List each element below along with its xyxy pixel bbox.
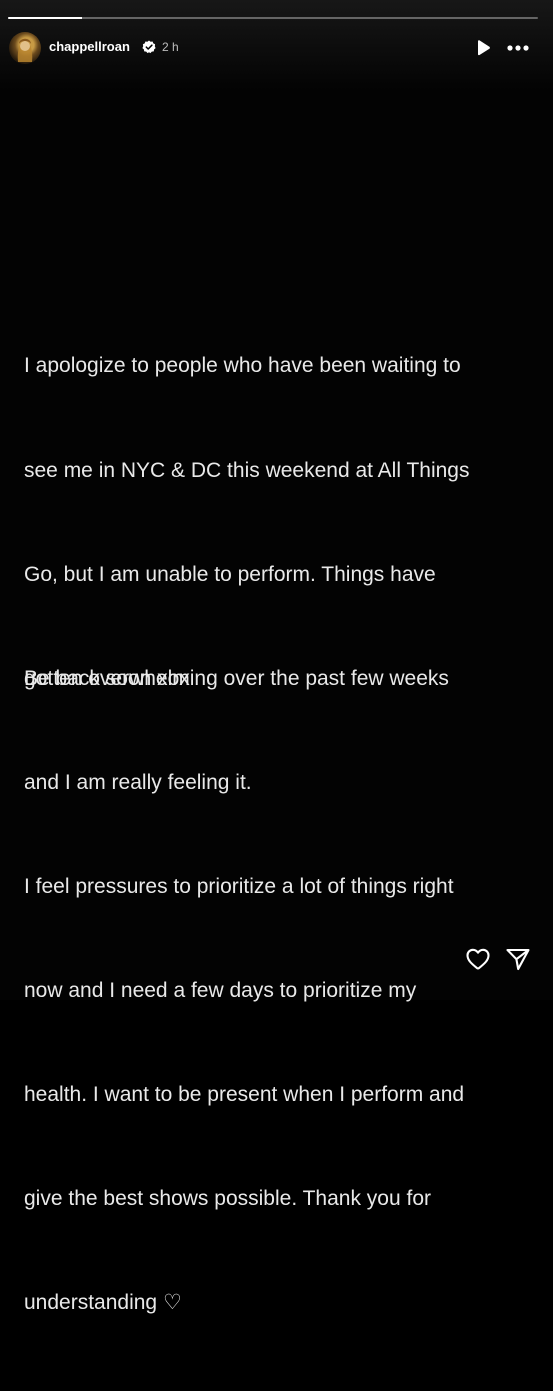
- more-options-button[interactable]: [505, 38, 531, 58]
- story-progress-fill: [8, 17, 82, 19]
- story-header: chappellroan 2 h: [9, 32, 544, 64]
- more-icon: [507, 45, 529, 51]
- story-text-line: I feel pressures to prioritize a lot of …: [24, 874, 454, 898]
- avatar[interactable]: [9, 32, 41, 64]
- heart-icon: [466, 948, 490, 970]
- story-text-line: give the best shows possible. Thank you …: [24, 1187, 432, 1211]
- share-button[interactable]: [504, 945, 532, 973]
- play-button[interactable]: [473, 38, 493, 58]
- verified-badge-icon: [142, 40, 156, 54]
- username[interactable]: chappellroan: [49, 39, 130, 54]
- story-text-line: see me in NYC & DC this weekend at All T…: [24, 458, 470, 482]
- story-text-line: I apologize to people who have been wait…: [24, 354, 461, 378]
- story-viewer[interactable]: chappellroan 2 h I apologize to people w…: [0, 0, 553, 1314]
- story-text-line: understanding ♡: [24, 1291, 182, 1315]
- story-text-line: and I am really feeling it.: [24, 770, 252, 794]
- story-text-line: Go, but I am unable to perform. Things h…: [24, 562, 436, 586]
- play-icon: [478, 40, 490, 56]
- like-button[interactable]: [464, 945, 492, 973]
- story-progress-bar: [8, 17, 538, 19]
- story-text-line: health. I want to be present when I perf…: [24, 1083, 465, 1107]
- avatar-image: [17, 38, 33, 62]
- post-timestamp: 2 h: [162, 40, 179, 54]
- story-sign-off: Be back soon xox: [24, 667, 190, 690]
- send-icon: [506, 948, 530, 971]
- story-message: I apologize to people who have been wait…: [24, 280, 529, 1391]
- story-text-line: now and I need a few days to prioritize …: [24, 979, 417, 1003]
